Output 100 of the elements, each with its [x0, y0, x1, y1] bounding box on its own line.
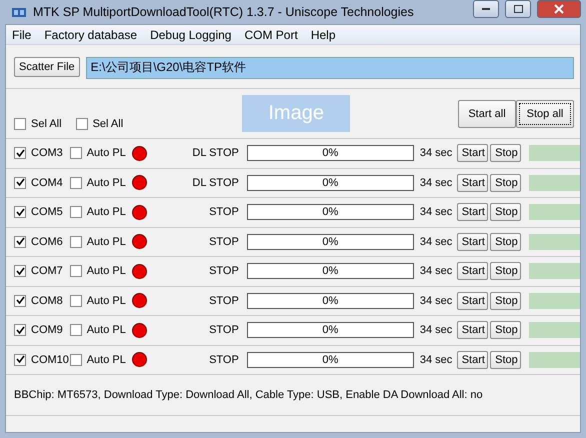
checkbox[interactable]	[14, 118, 26, 130]
status-text: STOP	[208, 206, 239, 218]
checkbox[interactable]	[70, 206, 82, 218]
checkbox-label: Auto PL	[86, 206, 126, 218]
port-label: COM5	[31, 206, 64, 218]
checkbox[interactable]	[14, 236, 26, 248]
status-indicator	[132, 146, 147, 161]
stop-button[interactable]: Stop	[490, 232, 521, 251]
result-indicator	[529, 204, 580, 220]
checkbox[interactable]	[14, 294, 26, 307]
checkbox[interactable]	[70, 294, 82, 307]
status-indicator	[132, 352, 147, 368]
checkbox[interactable]	[70, 265, 82, 278]
start-button[interactable]: Start	[456, 174, 488, 192]
progress-text: 0%	[322, 147, 338, 160]
elapsed-time: 34 sec	[420, 265, 454, 278]
status-text: STOP	[208, 294, 239, 307]
start-button[interactable]: Start	[456, 262, 488, 280]
progress-text: 0%	[322, 294, 338, 307]
menu-item[interactable]: Help	[310, 28, 336, 42]
elapsed-time: 34 sec	[420, 236, 454, 248]
stop-button[interactable]: Stop	[490, 203, 521, 222]
progress-text: 0%	[322, 324, 338, 336]
action-button[interactable]: Start all	[458, 100, 516, 128]
close-icon	[554, 4, 564, 14]
status-text: STOP	[208, 236, 239, 248]
checkbox-label: Sel All	[31, 118, 62, 130]
result-indicator	[529, 174, 580, 191]
elapsed-time: 34 sec	[420, 176, 454, 189]
port-label: COM7	[31, 265, 64, 278]
stop-button[interactable]: Stop	[490, 174, 521, 192]
status-indicator	[132, 234, 147, 250]
checkbox[interactable]	[14, 206, 26, 218]
window-title: MTK SP MultiportDownloadTool(RTC) 1.3.7 - Uniscope Technologies	[33, 5, 415, 19]
checkbox[interactable]	[70, 147, 82, 160]
status-indicator	[132, 264, 147, 279]
checkbox[interactable]	[70, 176, 82, 189]
checkbox-label: Auto PL	[86, 294, 126, 307]
start-button[interactable]: Start	[456, 232, 488, 251]
port-label: COM8	[31, 294, 64, 307]
checkbox[interactable]	[70, 354, 82, 366]
close-button[interactable]	[537, 0, 581, 18]
port-label: COM10	[31, 354, 70, 366]
result-indicator	[529, 145, 580, 162]
stop-button[interactable]: Stop	[490, 321, 521, 340]
elapsed-time: 34 sec	[420, 324, 454, 336]
menu-item[interactable]: Debug Logging	[150, 28, 232, 42]
status-text: DL STOP	[191, 147, 239, 160]
checkbox-label: Auto PL	[86, 236, 126, 248]
port-label: COM3	[31, 147, 64, 160]
checkbox[interactable]	[14, 147, 26, 160]
port-label: COM6	[31, 236, 64, 248]
result-indicator	[529, 234, 580, 250]
scatter-file-button[interactable]: Scatter File	[14, 57, 80, 77]
checkbox[interactable]	[76, 118, 88, 130]
checkbox-label: Auto PL	[86, 324, 126, 336]
stop-button[interactable]: Stop	[490, 292, 521, 310]
elapsed-time: 34 sec	[420, 206, 454, 218]
result-indicator	[529, 263, 580, 280]
checkbox-label: Auto PL	[86, 354, 126, 366]
result-indicator	[529, 292, 580, 309]
stop-button[interactable]: Stop	[490, 262, 521, 280]
start-button[interactable]: Start	[456, 321, 488, 340]
action-button[interactable]: Stop all	[516, 100, 574, 128]
checkbox[interactable]	[70, 236, 82, 248]
start-button[interactable]: Start	[456, 292, 488, 310]
progress-text: 0%	[322, 354, 338, 366]
minimize-icon	[482, 8, 490, 10]
checkbox-label: Auto PL	[86, 176, 126, 189]
stop-button[interactable]: Stop	[490, 350, 521, 369]
menu-item[interactable]: Factory database	[44, 28, 138, 42]
elapsed-time: 34 sec	[420, 147, 454, 160]
start-button[interactable]: Start	[456, 350, 488, 369]
checkbox-label: Auto PL	[86, 265, 126, 278]
checkbox[interactable]	[14, 265, 26, 278]
maximize-icon	[514, 5, 522, 13]
result-indicator	[529, 352, 580, 368]
app-icon	[11, 5, 27, 19]
checkbox[interactable]	[14, 176, 26, 189]
menu-item[interactable]: COM Port	[244, 28, 298, 42]
port-label: COM9	[31, 324, 64, 336]
progress-text: 0%	[322, 265, 338, 278]
scatter-path-field[interactable]: E:\公司项目\G20\电容TP软件	[86, 57, 574, 79]
progress-text: 0%	[322, 206, 338, 218]
checkbox[interactable]	[70, 324, 82, 336]
checkbox[interactable]	[14, 354, 26, 366]
status-text: STOP	[208, 265, 239, 278]
start-button[interactable]: Start	[456, 203, 488, 222]
port-label: COM4	[31, 176, 64, 189]
start-button[interactable]: Start	[456, 144, 488, 162]
menu-item[interactable]: File	[12, 28, 32, 42]
checkbox-label: Sel All	[92, 118, 124, 130]
checkbox[interactable]	[14, 324, 26, 336]
stop-button[interactable]: Stop	[490, 144, 521, 162]
minimize-button[interactable]	[473, 0, 499, 18]
status-text: DL STOP	[191, 176, 239, 189]
checkbox-label: Auto PL	[86, 147, 126, 160]
status-indicator	[132, 175, 147, 190]
maximize-button[interactable]	[505, 0, 531, 18]
status-indicator	[132, 293, 147, 308]
